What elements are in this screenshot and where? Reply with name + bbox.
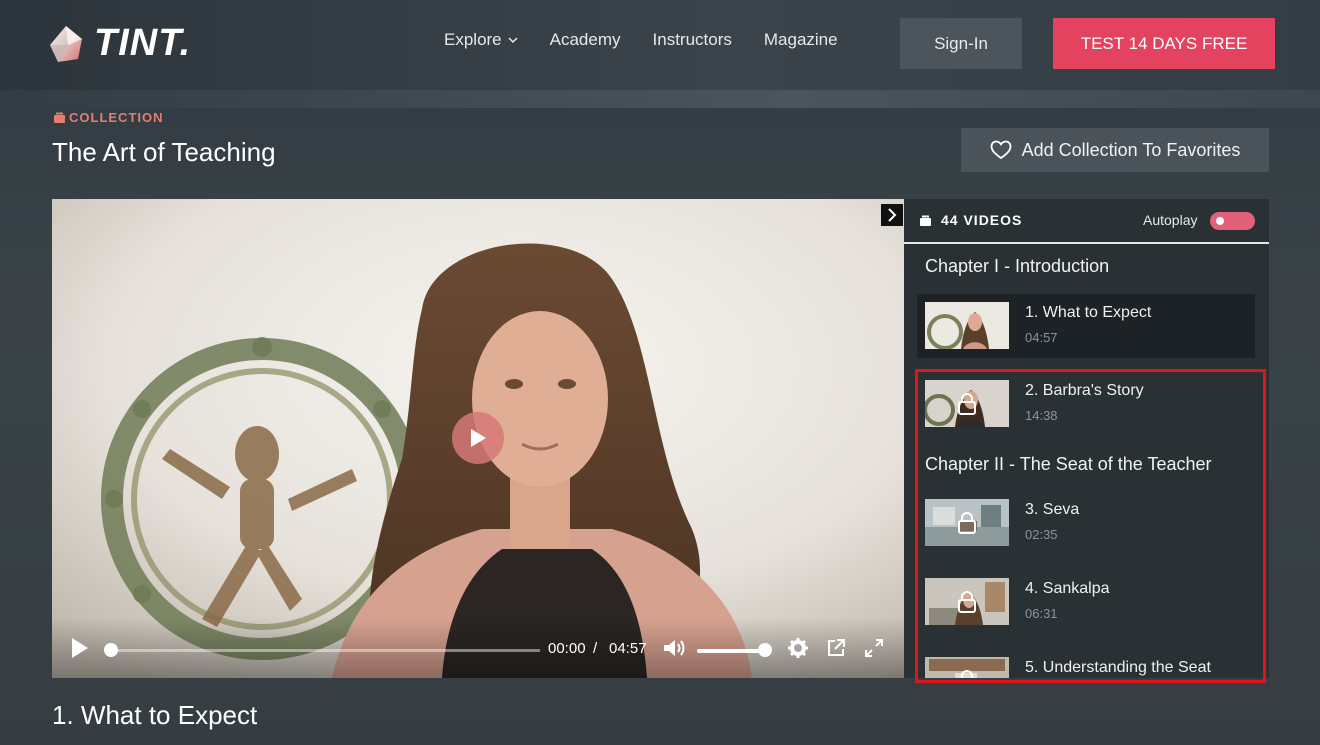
player-controls: 00:00 / 04:57 xyxy=(52,618,904,678)
chevron-down-icon xyxy=(508,37,518,44)
fullscreen-icon[interactable] xyxy=(864,638,884,658)
total-time: 04:57 xyxy=(609,640,647,657)
play-icon[interactable] xyxy=(70,637,90,659)
add-to-favorites-button[interactable]: Add Collection To Favorites xyxy=(961,128,1269,172)
play-icon xyxy=(471,429,486,447)
video-player[interactable]: 00:00 / 04:57 xyxy=(52,199,904,678)
play-overlay-button[interactable] xyxy=(452,412,504,464)
header-divider xyxy=(0,90,1320,108)
volume-slider[interactable] xyxy=(697,649,767,653)
collection-title: The Art of Teaching xyxy=(52,137,276,167)
video-thumbnail xyxy=(925,302,1009,349)
gear-icon[interactable] xyxy=(788,638,808,658)
brand-name: TINT. xyxy=(94,22,192,64)
thumbnail-image xyxy=(925,302,1009,349)
nav-explore-label: Explore xyxy=(444,30,502,49)
autoplay-label: Autoplay xyxy=(1143,212,1198,228)
collection-tag: COLLECTION xyxy=(53,110,164,125)
nav-instructors[interactable]: Instructors xyxy=(653,30,732,50)
collapse-playlist-button[interactable] xyxy=(881,204,903,226)
volume-handle[interactable] xyxy=(758,643,772,657)
tint-logo-icon xyxy=(50,25,82,62)
progress-handle[interactable] xyxy=(104,643,118,657)
item-duration: 04:57 xyxy=(1025,330,1058,345)
nav-academy[interactable]: Academy xyxy=(550,30,621,50)
top-navigation-bar: TINT. Explore Academy Instructors Magazi… xyxy=(0,0,1320,90)
collection-icon xyxy=(920,215,931,226)
volume-icon[interactable] xyxy=(662,638,686,658)
favorites-button-label: Add Collection To Favorites xyxy=(1021,139,1241,160)
collection-icon xyxy=(54,112,65,123)
current-time: 00:00 xyxy=(548,640,586,657)
progress-bar[interactable] xyxy=(110,649,540,652)
video-count: 44 VIDEOS xyxy=(919,212,1022,228)
highlight-box xyxy=(915,369,1266,683)
popout-icon[interactable] xyxy=(826,638,846,658)
nav-explore[interactable]: Explore xyxy=(444,30,518,50)
chevron-right-icon xyxy=(888,208,897,222)
time-separator: / xyxy=(593,640,598,657)
toggle-knob xyxy=(1216,217,1224,225)
sign-in-button[interactable]: Sign-In xyxy=(900,18,1022,69)
video-count-label: 44 VIDEOS xyxy=(941,212,1023,228)
brand-logo[interactable]: TINT. xyxy=(46,22,191,65)
item-title: 1. What to Expect xyxy=(1025,304,1152,321)
heart-icon xyxy=(990,140,1012,160)
playlist-header: 44 VIDEOS Autoplay xyxy=(904,199,1269,244)
nav-magazine[interactable]: Magazine xyxy=(764,30,838,50)
chapter-heading: Chapter I - Introduction xyxy=(925,256,1110,276)
main-nav: Explore Academy Instructors Magazine xyxy=(444,30,838,50)
now-playing-title: 1. What to Expect xyxy=(52,700,258,730)
playlist-item[interactable]: 1. What to Expect 04:57 xyxy=(917,294,1255,358)
collection-tag-label: COLLECTION xyxy=(69,110,164,125)
autoplay-toggle[interactable] xyxy=(1210,212,1255,230)
free-trial-button[interactable]: TEST 14 DAYS FREE xyxy=(1053,18,1275,69)
